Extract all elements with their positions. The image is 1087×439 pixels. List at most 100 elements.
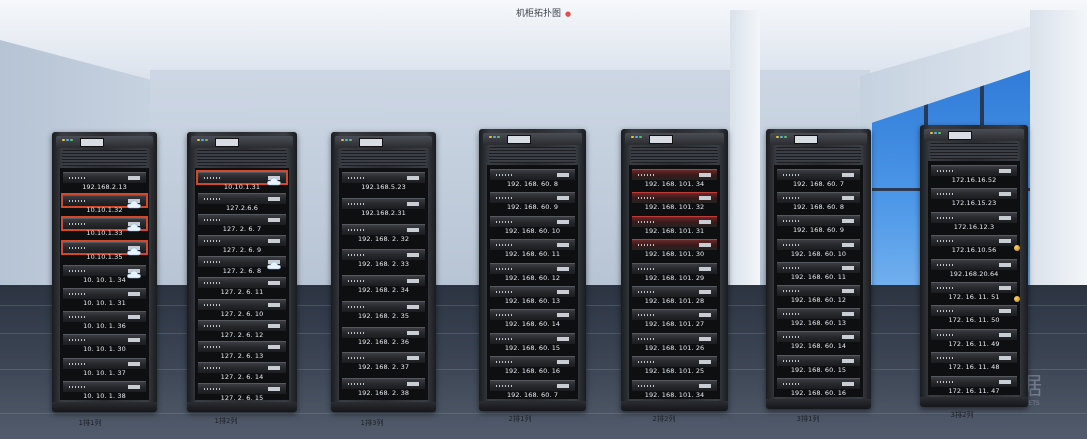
- rack-server[interactable]: [490, 263, 575, 274]
- rack-server[interactable]: [931, 212, 1017, 223]
- server-tag: [557, 220, 569, 224]
- server-tag: [407, 228, 419, 232]
- rack-server[interactable]: [342, 378, 425, 389]
- rack-server[interactable]: [342, 224, 425, 235]
- rack-server[interactable]: [342, 327, 425, 338]
- rack-server[interactable]: [490, 309, 575, 320]
- rack-server[interactable]: [931, 165, 1017, 176]
- door-handle-icon[interactable]: [1014, 296, 1020, 302]
- rack-server[interactable]: [777, 169, 860, 180]
- server-ip-label: 192. 168. 60. 12: [790, 296, 847, 304]
- rack-server[interactable]: [198, 299, 286, 310]
- rack-server[interactable]: [777, 378, 860, 389]
- server-tag: [557, 196, 569, 200]
- rack-server[interactable]: [490, 192, 575, 203]
- server-indicator: [638, 197, 656, 199]
- server-ip-label: 192. 168. 101. 31: [644, 227, 705, 235]
- rack-server[interactable]: [198, 320, 286, 331]
- rack-server[interactable]: [632, 239, 717, 250]
- rack-server[interactable]: [777, 308, 860, 319]
- rack-server[interactable]: [198, 193, 286, 204]
- rack-server[interactable]: [198, 277, 286, 288]
- rack-server[interactable]: [342, 198, 425, 209]
- rack-server[interactable]: [63, 172, 146, 183]
- rack-bay: 192.168.2.13 10.10.1.32 10.10.1.33 10.10.1.…: [60, 168, 149, 400]
- rack-server[interactable]: [931, 329, 1017, 340]
- rack-server[interactable]: [931, 188, 1017, 199]
- server-indicator: [496, 291, 514, 293]
- rack-server[interactable]: [342, 301, 425, 312]
- server-ip-label: 192. 168. 2. 33: [357, 260, 410, 268]
- rack-server[interactable]: [198, 235, 286, 246]
- rack-server[interactable]: [931, 259, 1017, 270]
- rack-server[interactable]: [490, 380, 575, 391]
- rack-server[interactable]: [931, 352, 1017, 363]
- rack-server[interactable]: [63, 265, 146, 279]
- server-ip-label: 10. 10. 1. 38: [83, 392, 126, 400]
- rack-server[interactable]: [777, 239, 860, 250]
- rack-server[interactable]: [61, 193, 148, 209]
- rack-server[interactable]: [198, 362, 286, 373]
- server-tag: [699, 173, 711, 177]
- rack-server[interactable]: [342, 352, 425, 363]
- server-indicator: [783, 360, 801, 362]
- door-handle-icon[interactable]: [1014, 245, 1020, 251]
- rack-server[interactable]: [632, 192, 717, 203]
- rack-server[interactable]: [198, 214, 286, 225]
- rack-server[interactable]: [777, 331, 860, 342]
- rack-server[interactable]: [931, 282, 1017, 293]
- server-indicator: [348, 383, 366, 385]
- rack-server[interactable]: [632, 169, 717, 180]
- rack-bay: 192. 168. 60. 7 192. 168. 60. 8 192. 168. …: [774, 165, 863, 397]
- server-rack[interactable]: 192. 168. 60. 7 192. 168. 60. 8 192. 168. …: [766, 129, 871, 409]
- rack-server[interactable]: [777, 192, 860, 203]
- rack-server[interactable]: [196, 170, 288, 186]
- server-rack[interactable]: 192. 168. 101. 34 192. 168. 101. 32 192. 1…: [621, 129, 728, 411]
- rack-server[interactable]: [777, 285, 860, 296]
- rack-server[interactable]: [490, 356, 575, 367]
- rack-server[interactable]: [198, 383, 286, 394]
- rack-top-panel: [625, 133, 724, 145]
- rack-server[interactable]: [63, 288, 146, 299]
- rack-server[interactable]: [61, 216, 148, 232]
- server-ip-label: 172.16.15.23: [951, 199, 997, 207]
- rack-server[interactable]: [632, 216, 717, 227]
- rack-server[interactable]: [342, 275, 425, 286]
- rack-server[interactable]: [63, 311, 146, 322]
- server-rack[interactable]: 192.168.5.23 192.168.2.31 192. 168. 2. 32 1…: [331, 132, 436, 412]
- rack-server[interactable]: [61, 240, 148, 256]
- rack-server[interactable]: [490, 239, 575, 250]
- server-tag: [407, 382, 419, 386]
- rack-server[interactable]: [632, 286, 717, 297]
- rack-server[interactable]: [342, 249, 425, 260]
- rack-server[interactable]: [490, 333, 575, 344]
- rack-server[interactable]: [632, 263, 717, 274]
- rack-server[interactable]: [632, 380, 717, 391]
- rack-server[interactable]: [931, 376, 1017, 387]
- server-ip-label: 192. 168. 101. 32: [644, 203, 705, 211]
- rack-server[interactable]: [63, 358, 146, 369]
- rack-server[interactable]: [632, 309, 717, 320]
- rack-server[interactable]: [490, 286, 575, 297]
- rack-server[interactable]: [198, 256, 286, 270]
- page-title: 机柜拓扑图 ●: [0, 6, 1087, 19]
- server-rack[interactable]: 192.168.2.13 10.10.1.32 10.10.1.33 10.10.1.…: [52, 132, 157, 412]
- server-indicator: [69, 386, 87, 388]
- rack-server[interactable]: [198, 341, 286, 352]
- rack-server[interactable]: [342, 172, 425, 183]
- rack-server[interactable]: [632, 356, 717, 367]
- server-ip-label: 172. 16. 11. 48: [948, 363, 1000, 371]
- rack-server[interactable]: [931, 235, 1017, 246]
- rack-server[interactable]: [777, 215, 860, 226]
- rack-server[interactable]: [490, 169, 575, 180]
- rack-server[interactable]: [931, 305, 1017, 316]
- rack-server[interactable]: [63, 334, 146, 345]
- server-rack[interactable]: 192. 168. 60. 8 192. 168. 60. 9 192. 168. …: [479, 129, 586, 411]
- rack-server[interactable]: [777, 355, 860, 366]
- server-rack[interactable]: 172.16.16.52 172.16.15.23 172.16.12.3 172.1…: [920, 125, 1028, 407]
- rack-server[interactable]: [490, 216, 575, 227]
- rack-server[interactable]: [777, 262, 860, 273]
- rack-server[interactable]: [63, 381, 146, 392]
- rack-server[interactable]: [632, 333, 717, 344]
- server-rack[interactable]: 10.10.1.31 127.2.6.6 127. 2. 6. 7 127. 2. 6…: [187, 132, 297, 412]
